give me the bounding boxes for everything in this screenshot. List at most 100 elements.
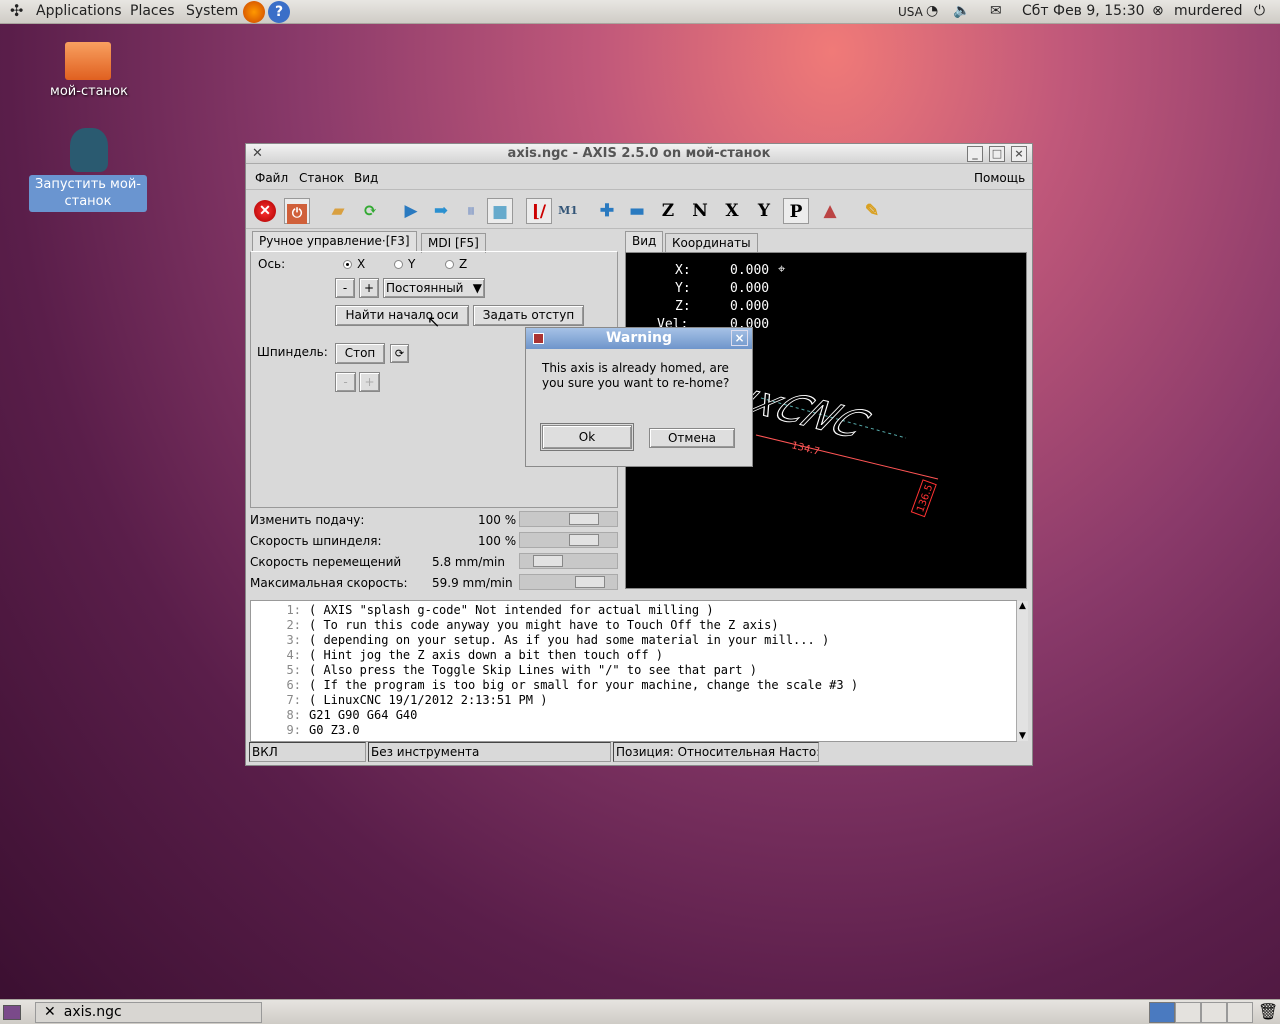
desktop-icon-label[interactable]: Запустить мой-станок [29, 175, 147, 212]
workspace-3[interactable] [1201, 1002, 1227, 1023]
tab-mdi[interactable]: MDI [F5] [421, 233, 486, 253]
menu-bar: Файл Станок Вид Помощь [246, 166, 1032, 190]
axis-radio-x[interactable]: X [343, 257, 365, 271]
dialog-menu-icon[interactable] [533, 333, 544, 344]
slider-handle[interactable] [568, 513, 599, 525]
code-line[interactable]: 4: ( Hint jog the Z axis down a bit then … [251, 648, 1016, 663]
code-line[interactable]: 8: G21 G90 G64 G40 [251, 708, 1016, 723]
gcode-listing[interactable]: 1: ( AXIS "splash g-code" Not intended fo… [250, 600, 1017, 742]
menu-help[interactable]: Помощь [974, 171, 1025, 185]
workspace-switcher[interactable] [1149, 1002, 1253, 1023]
max-velocity-slider[interactable] [519, 574, 618, 590]
jog-mode-select[interactable]: Постоянный ▼ [383, 278, 485, 298]
axis-radio-y[interactable]: Y [394, 257, 415, 271]
maximize-button[interactable]: □ [989, 146, 1005, 162]
menu-places[interactable]: Places [130, 3, 175, 19]
help-icon[interactable]: ? [268, 1, 290, 23]
mail-icon[interactable]: ✉ [990, 3, 1002, 19]
jog-plus-button[interactable]: + [359, 278, 379, 298]
desktop-icon-label[interactable]: мой-станок [30, 84, 148, 99]
menu-view[interactable]: Вид [354, 171, 378, 185]
menu-machine[interactable]: Станок [299, 171, 344, 185]
code-line[interactable]: 3: ( depending on your setup. As if you h… [251, 633, 1016, 648]
firefox-icon[interactable] [243, 1, 265, 23]
clear-plot-icon[interactable]: ✎ [859, 198, 885, 224]
ok-button[interactable]: Ok [540, 423, 634, 451]
wifi-icon[interactable]: ◔ [926, 3, 938, 19]
close-button[interactable]: × [1011, 146, 1027, 162]
code-line[interactable]: 2: ( To run this code anyway you might ha… [251, 618, 1016, 633]
view-z-icon[interactable]: Z [655, 198, 681, 224]
code-scrollbar[interactable]: ▲ ▼ [1016, 601, 1028, 741]
code-text: G0 Z3.0 [309, 723, 360, 737]
slider-handle[interactable] [533, 555, 563, 567]
feed-override-slider[interactable] [519, 511, 618, 527]
cancel-button[interactable]: Отмена [649, 428, 735, 448]
penguin-launcher-icon[interactable] [70, 128, 108, 172]
user-name[interactable]: murdered [1174, 3, 1242, 19]
home-axis-button[interactable]: Найти начало оси [335, 305, 469, 326]
minimize-button[interactable]: _ [967, 146, 983, 162]
view-y-icon[interactable]: Y [751, 198, 777, 224]
zoom-out-icon[interactable]: ▬ [624, 198, 650, 224]
scroll-up-icon[interactable]: ▲ [1017, 601, 1028, 611]
code-line[interactable]: 9: G0 Z3.0 [251, 723, 1016, 738]
open-file-icon[interactable]: ▰ [325, 198, 351, 224]
pause-icon[interactable]: ⏸ [458, 198, 484, 224]
dialog-title-bar[interactable]: Warning × [526, 328, 752, 349]
view-perspective-icon[interactable]: P [783, 198, 809, 224]
jog-minus-button[interactable]: - [335, 278, 355, 298]
optional-stop-icon[interactable]: M1 [555, 198, 581, 224]
touch-off-button[interactable]: Задать отступ [473, 305, 584, 326]
slider-handle[interactable] [575, 576, 606, 588]
code-line[interactable]: 1: ( AXIS "splash g-code" Not intended fo… [251, 603, 1016, 618]
tab-dro[interactable]: Координаты [665, 233, 758, 253]
menu-applications[interactable]: Applications [36, 3, 122, 19]
user-status-icon[interactable]: ⊗ [1152, 3, 1164, 19]
spindle-plus-button[interactable]: + [359, 372, 380, 392]
stop-icon[interactable]: ■ [487, 198, 513, 224]
workspace-1[interactable] [1149, 1002, 1175, 1023]
zoom-in-icon[interactable]: ✚ [594, 198, 620, 224]
line-number: 1: [286, 603, 301, 617]
code-line[interactable]: 5: ( Also press the Toggle Skip Lines wit… [251, 663, 1016, 678]
rotate-view-icon[interactable]: ▲ [817, 198, 843, 224]
spindle-override-slider[interactable] [519, 532, 618, 548]
machine-power-icon[interactable]: ⏻ [284, 198, 310, 224]
skip-lines-icon[interactable]: ⌊/ [526, 198, 552, 224]
tab-preview[interactable]: Вид [625, 231, 664, 252]
taskbar-item-axis[interactable]: ✕ axis.ngc [35, 1002, 262, 1023]
run-icon[interactable]: ▶ [398, 198, 424, 224]
folder-icon[interactable] [65, 42, 111, 80]
workspace-2[interactable] [1175, 1002, 1201, 1023]
workspace-4[interactable] [1227, 1002, 1253, 1023]
power-icon[interactable]: ⏻ [1254, 3, 1265, 19]
scroll-down-icon[interactable]: ▼ [1017, 731, 1028, 741]
view-z2-icon[interactable]: N [687, 198, 713, 224]
keyboard-layout[interactable]: USA [898, 5, 923, 19]
title-bar[interactable]: ✕ axis.ngc - AXIS 2.5.0 on мой-станок _ … [246, 144, 1032, 164]
view-x-icon[interactable]: X [719, 198, 745, 224]
ubuntu-logo-icon[interactable]: ✣ [10, 1, 23, 20]
spindle-minus-button[interactable]: - [335, 372, 356, 392]
spindle-stop-button[interactable]: Стоп [335, 343, 385, 364]
axis-radio-z[interactable]: Z [445, 257, 467, 271]
line-number: 8: [286, 708, 301, 722]
estop-icon[interactable]: ✕ [254, 200, 276, 222]
code-line[interactable]: 7: ( LinuxCNC 19/1/2012 2:13:51 PM ) [251, 693, 1016, 708]
jog-speed-slider[interactable] [519, 553, 618, 569]
slider-handle[interactable] [568, 534, 599, 546]
step-icon[interactable]: ➡ [428, 198, 454, 224]
spindle-direction-icon[interactable]: ⟳ [390, 344, 409, 363]
tab-manual-control[interactable]: Ручное управление·[F3] [252, 231, 417, 252]
trash-icon[interactable]: 🗑 [1258, 1002, 1278, 1021]
menu-file[interactable]: Файл [255, 171, 288, 185]
reload-icon[interactable]: ⟳ [357, 198, 383, 224]
show-desktop-icon[interactable] [3, 1005, 21, 1020]
x-dimension-label: 134.7 [790, 440, 820, 458]
volume-icon[interactable]: 🔈 [953, 3, 970, 19]
clock[interactable]: Сбт Фев 9, 15:30 [1022, 3, 1145, 19]
dialog-close-icon[interactable]: × [731, 330, 748, 346]
menu-system[interactable]: System [186, 3, 238, 19]
code-line[interactable]: 6: ( If the program is too big or small f… [251, 678, 1016, 693]
